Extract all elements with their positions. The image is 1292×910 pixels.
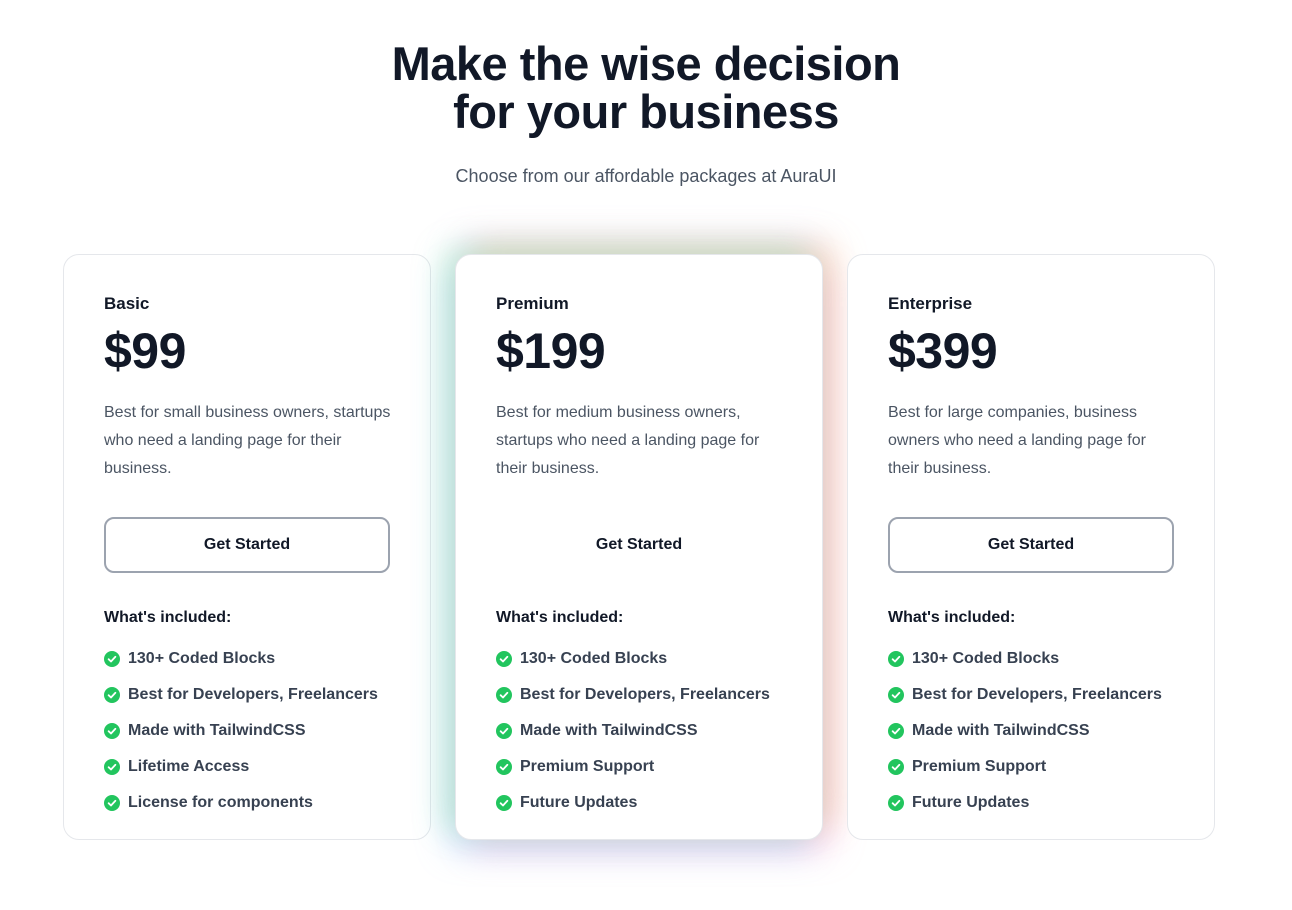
feature-label: Made with TailwindCSS	[520, 722, 698, 739]
check-circle-icon	[104, 723, 120, 739]
page-title: Make the wise decision for your business	[0, 40, 1292, 136]
feature-item: Best for Developers, Freelancers	[104, 683, 390, 707]
check-circle-icon	[496, 795, 512, 811]
plan-description: Best for small business owners, startups…	[104, 404, 391, 477]
check-circle-icon	[496, 651, 512, 667]
plan-name: Premium	[496, 294, 569, 313]
plan-price: $99	[104, 323, 186, 379]
feature-item: Premium Support	[888, 755, 1174, 779]
plan-card-basic: Basic $99 Best for small business owners…	[63, 254, 431, 840]
pricing-page: Make the wise decision for your business…	[0, 0, 1292, 910]
check-circle-icon	[888, 651, 904, 667]
feature-label: License for components	[128, 794, 313, 811]
get-started-button-enterprise[interactable]: Get Started	[888, 517, 1174, 573]
hero-section: Make the wise decision for your business…	[0, 40, 1292, 188]
check-circle-icon	[104, 759, 120, 775]
plan-price: $399	[888, 323, 998, 379]
included-title: What's included:	[888, 609, 1016, 626]
check-circle-icon	[496, 759, 512, 775]
get-started-button-premium[interactable]: Get Started	[496, 517, 782, 573]
feature-item: Made with TailwindCSS	[104, 719, 390, 743]
pricing-cards: Basic $99 Best for small business owners…	[63, 254, 1215, 840]
feature-label: Future Updates	[912, 794, 1030, 811]
check-circle-icon	[496, 687, 512, 703]
plan-card-enterprise: Enterprise $399 Best for large companies…	[847, 254, 1215, 840]
plan-card-premium: Premium $199 Best for medium business ow…	[455, 254, 823, 840]
feature-item: Future Updates	[888, 791, 1174, 815]
feature-item: Premium Support	[496, 755, 782, 779]
feature-label: Best for Developers, Freelancers	[520, 686, 770, 703]
feature-item: 130+ Coded Blocks	[888, 647, 1174, 671]
feature-item: Lifetime Access	[104, 755, 390, 779]
check-circle-icon	[104, 687, 120, 703]
get-started-button-basic[interactable]: Get Started	[104, 517, 390, 573]
feature-list: 130+ Coded Blocks Best for Developers, F…	[888, 647, 1174, 815]
check-circle-icon	[888, 723, 904, 739]
check-circle-icon	[888, 795, 904, 811]
page-subtitle: Choose from our affordable packages at A…	[455, 166, 837, 186]
check-circle-icon	[888, 687, 904, 703]
feature-item: 130+ Coded Blocks	[496, 647, 782, 671]
feature-label: Best for Developers, Freelancers	[128, 686, 378, 703]
page-title-line-1: Make the wise decision	[391, 37, 901, 90]
plan-price: $199	[496, 323, 606, 379]
check-circle-icon	[888, 759, 904, 775]
feature-list: 130+ Coded Blocks Best for Developers, F…	[496, 647, 782, 815]
feature-label: Made with TailwindCSS	[912, 722, 1090, 739]
feature-list: 130+ Coded Blocks Best for Developers, F…	[104, 647, 390, 815]
feature-item: 130+ Coded Blocks	[104, 647, 390, 671]
feature-label: 130+ Coded Blocks	[128, 650, 276, 667]
feature-label: 130+ Coded Blocks	[520, 650, 668, 667]
feature-item: License for components	[104, 791, 390, 815]
feature-item: Best for Developers, Freelancers	[888, 683, 1174, 707]
feature-label: Best for Developers, Freelancers	[912, 686, 1162, 703]
feature-label: Lifetime Access	[128, 758, 250, 775]
feature-item: Future Updates	[496, 791, 782, 815]
plan-name: Enterprise	[888, 294, 973, 313]
feature-label: 130+ Coded Blocks	[912, 650, 1060, 667]
check-circle-icon	[104, 651, 120, 667]
plan-description: Best for medium business owners, startup…	[496, 404, 760, 477]
check-circle-icon	[496, 723, 512, 739]
feature-label: Future Updates	[520, 794, 638, 811]
feature-item: Made with TailwindCSS	[496, 719, 782, 743]
included-title: What's included:	[104, 609, 232, 626]
page-title-line-2: for your business	[453, 85, 839, 138]
plan-description: Best for large companies, business owner…	[888, 404, 1146, 477]
feature-item: Made with TailwindCSS	[888, 719, 1174, 743]
check-circle-icon	[104, 795, 120, 811]
feature-label: Premium Support	[912, 758, 1047, 775]
feature-label: Made with TailwindCSS	[128, 722, 306, 739]
included-title: What's included:	[496, 609, 624, 626]
feature-label: Premium Support	[520, 758, 655, 775]
feature-item: Best for Developers, Freelancers	[496, 683, 782, 707]
plan-name: Basic	[104, 294, 150, 313]
